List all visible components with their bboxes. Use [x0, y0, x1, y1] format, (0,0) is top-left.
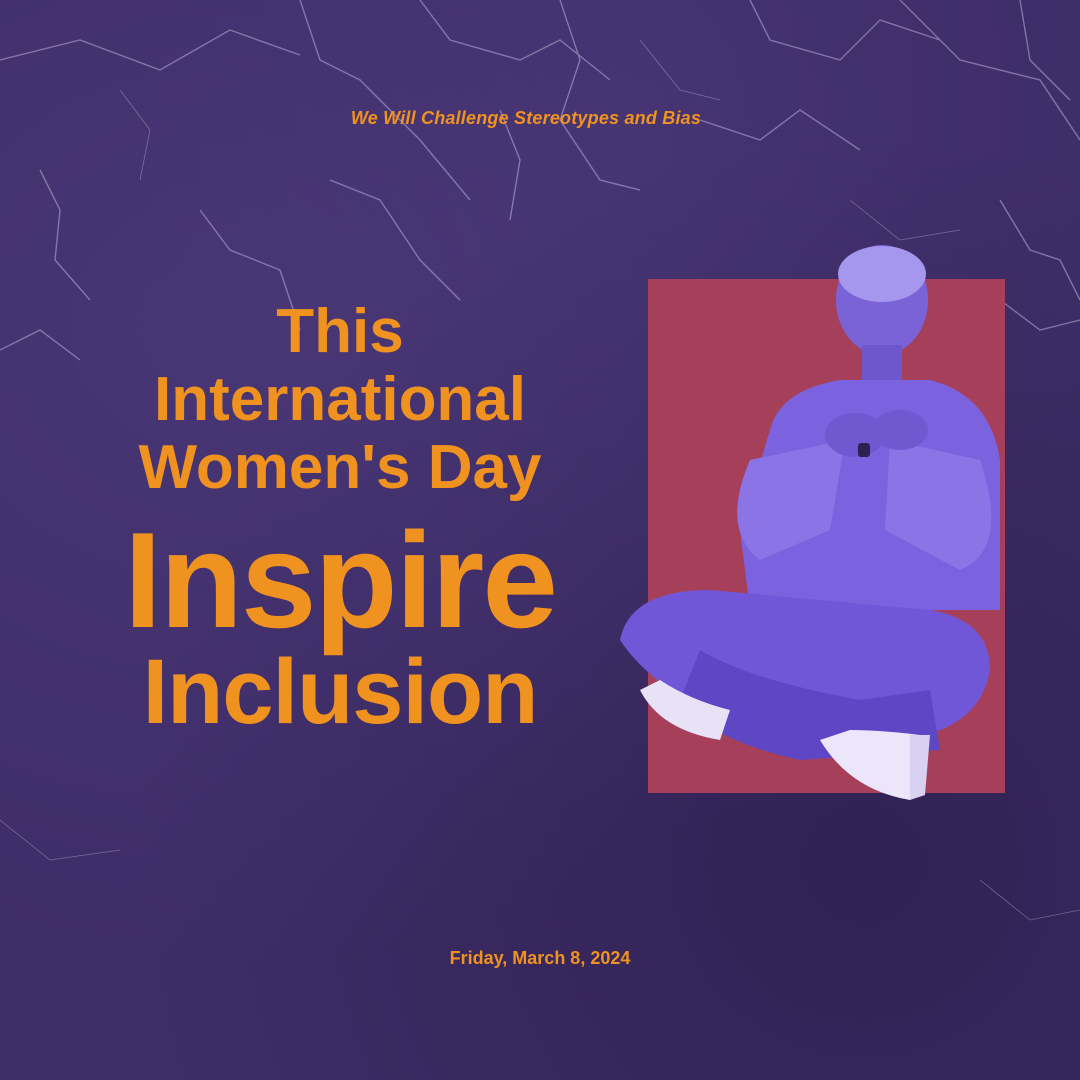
headline-line-inspire: Inspire: [124, 504, 558, 656]
poster-canvas: We Will Challenge Stereotypes and Bias T…: [0, 0, 1080, 1080]
headline-line-this: This: [276, 297, 404, 366]
tagline: We Will Challenge Stereotypes and Bias: [350, 108, 702, 128]
headline-line-international: International: [153, 365, 527, 434]
headline-line-womens-day: Women's Day: [138, 433, 542, 502]
event-date: Friday, March 8, 2024: [449, 948, 631, 968]
woman-meditating-photo: [620, 245, 1000, 800]
headline-line-inclusion: Inclusion: [142, 641, 539, 743]
headline: This International Women's Day Inspire I…: [60, 297, 620, 743]
